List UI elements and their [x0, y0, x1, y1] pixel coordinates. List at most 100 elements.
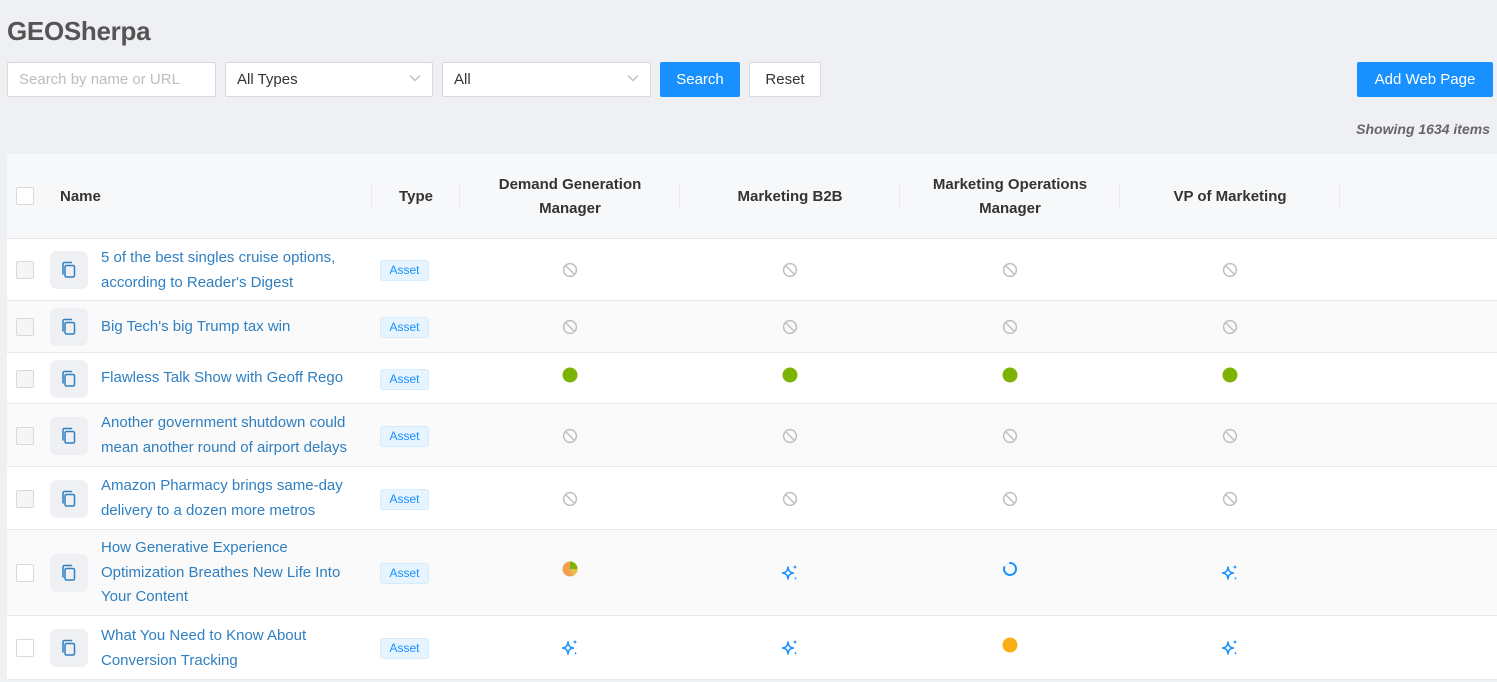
type-badge: Asset	[380, 426, 429, 447]
persona-status-cell	[460, 561, 680, 577]
row-name-link[interactable]: How Generative Experience Optimization B…	[101, 536, 363, 610]
copy-document-icon	[62, 318, 76, 335]
column-header-persona[interactable]: Marketing Operations Manager	[900, 154, 1120, 239]
row-checkbox[interactable]	[16, 261, 34, 279]
row-checkbox[interactable]	[16, 490, 34, 508]
row-name-link[interactable]: 5 of the best singles cruise options, ac…	[101, 246, 363, 295]
row-checkbox[interactable]	[16, 564, 34, 582]
not-available-icon	[562, 262, 578, 278]
copy-document-button[interactable]	[50, 629, 88, 667]
search-input[interactable]	[7, 62, 216, 97]
chevron-down-icon	[627, 75, 639, 82]
not-available-icon	[1002, 491, 1018, 507]
row-name-link[interactable]: Amazon Pharmacy brings same-day delivery…	[101, 474, 363, 523]
type-badge: Asset	[380, 489, 429, 510]
type-badge: Asset	[380, 317, 429, 338]
persona-status-cell	[460, 262, 680, 278]
not-available-icon	[562, 491, 578, 507]
not-available-icon	[782, 262, 798, 278]
copy-document-button[interactable]	[50, 308, 88, 346]
not-available-icon	[1002, 428, 1018, 444]
type-badge: Asset	[380, 563, 429, 584]
copy-document-button[interactable]	[50, 554, 88, 592]
sparkle-icon[interactable]	[780, 563, 800, 583]
persona-status-cell[interactable]	[680, 563, 900, 583]
row-name-link[interactable]: Flawless Talk Show with Geoff Rego	[101, 366, 363, 391]
select-all-checkbox[interactable]	[16, 187, 34, 205]
persona-status-cell[interactable]	[680, 638, 900, 658]
sparkle-icon[interactable]	[560, 638, 580, 658]
table-row[interactable]: How Generative Experience Optimization B…	[7, 530, 1497, 616]
copy-document-button[interactable]	[50, 360, 88, 398]
persona-status-cell	[460, 428, 680, 444]
not-available-icon	[782, 428, 798, 444]
not-available-icon	[1222, 491, 1238, 507]
copy-document-icon	[62, 490, 76, 507]
table-row[interactable]: Another government shutdown could mean a…	[7, 404, 1497, 467]
persona-status-cell	[680, 428, 900, 444]
column-header-type[interactable]: Type	[372, 154, 460, 239]
table-row[interactable]: Big Tech's big Trump tax win Asset	[7, 301, 1497, 353]
add-web-page-button[interactable]: Add Web Page	[1357, 62, 1493, 97]
persona-status-cell	[680, 319, 900, 335]
status-complete-icon	[1222, 367, 1238, 383]
not-available-icon	[1222, 319, 1238, 335]
status-complete-icon	[562, 367, 578, 383]
row-checkbox[interactable]	[16, 318, 34, 336]
chevron-down-icon	[409, 75, 421, 82]
not-available-icon	[1222, 428, 1238, 444]
filter-select[interactable]: All	[442, 62, 651, 97]
filter-select-value: All	[454, 71, 471, 88]
type-badge: Asset	[380, 638, 429, 659]
table-header: Name Type Demand Generation Manager Mark…	[7, 154, 1497, 239]
persona-status-cell[interactable]	[1120, 638, 1340, 658]
not-available-icon	[782, 491, 798, 507]
persona-status-cell	[460, 319, 680, 335]
table-row[interactable]: Amazon Pharmacy brings same-day delivery…	[7, 467, 1497, 530]
persona-status-cell[interactable]	[460, 638, 680, 658]
table-row[interactable]: Flawless Talk Show with Geoff Rego Asset	[7, 353, 1497, 404]
column-header-persona[interactable]: VP of Marketing	[1120, 154, 1340, 239]
status-complete-icon	[1002, 367, 1018, 383]
persona-status-cell	[680, 367, 900, 383]
row-name-link[interactable]: Another government shutdown could mean a…	[101, 411, 363, 460]
row-checkbox[interactable]	[16, 639, 34, 657]
persona-status-cell	[1120, 428, 1340, 444]
not-available-icon	[562, 319, 578, 335]
table-row[interactable]: 5 of the best singles cruise options, ac…	[7, 239, 1497, 301]
reset-button[interactable]: Reset	[749, 62, 821, 97]
sparkle-icon[interactable]	[1220, 638, 1240, 658]
persona-status-cell	[1120, 262, 1340, 278]
table-row[interactable]: What You Need to Know About Conversion T…	[7, 616, 1497, 680]
column-header-persona[interactable]: Marketing B2B	[680, 154, 900, 239]
persona-status-cell	[900, 561, 1120, 577]
table-body: 5 of the best singles cruise options, ac…	[7, 239, 1497, 680]
copy-document-button[interactable]	[50, 417, 88, 455]
search-button[interactable]: Search	[660, 62, 740, 97]
row-checkbox[interactable]	[16, 370, 34, 388]
copy-document-button[interactable]	[50, 480, 88, 518]
persona-status-cell	[460, 367, 680, 383]
persona-status-cell[interactable]	[1120, 563, 1340, 583]
sparkle-icon[interactable]	[1220, 563, 1240, 583]
copy-document-icon	[62, 370, 76, 387]
persona-status-cell	[900, 367, 1120, 383]
type-select[interactable]: All Types	[225, 62, 433, 97]
row-name-link[interactable]: What You Need to Know About Conversion T…	[101, 624, 363, 673]
status-partial-pie-icon	[562, 561, 578, 577]
row-checkbox[interactable]	[16, 427, 34, 445]
persona-status-cell	[900, 491, 1120, 507]
persona-status-cell	[1120, 367, 1340, 383]
copy-document-button[interactable]	[50, 251, 88, 289]
column-header-name[interactable]: Name	[47, 154, 372, 239]
row-name-link[interactable]: Big Tech's big Trump tax win	[101, 315, 363, 340]
sparkle-icon[interactable]	[780, 638, 800, 658]
column-header-persona[interactable]: Demand Generation Manager	[460, 154, 680, 239]
type-select-value: All Types	[237, 71, 298, 88]
toolbar: All Types All Search Reset Add Web Page	[7, 62, 1493, 97]
persona-status-cell	[900, 319, 1120, 335]
items-count: Showing 1634 items	[1356, 121, 1490, 137]
web-pages-table: Name Type Demand Generation Manager Mark…	[7, 154, 1497, 680]
not-available-icon	[782, 319, 798, 335]
loading-spinner-icon	[1003, 561, 1017, 576]
